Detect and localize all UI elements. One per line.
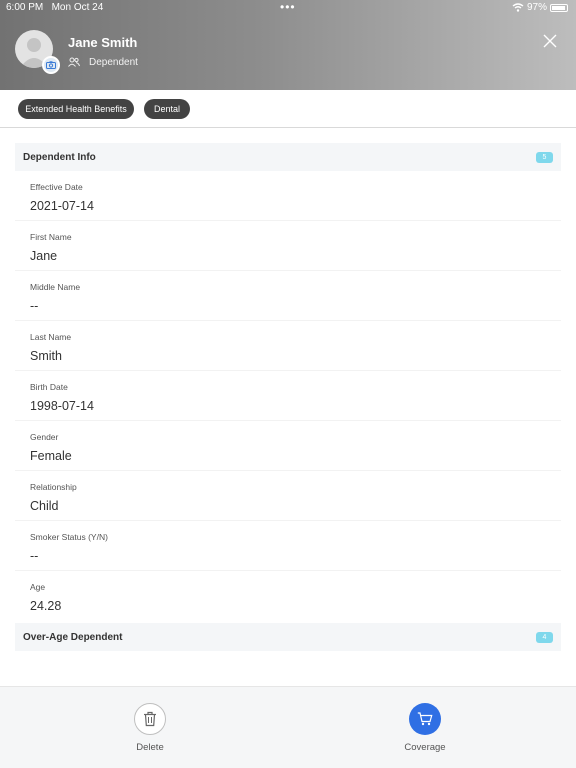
section-count-badge: 5 [536, 152, 553, 163]
user-name: Jane Smith [68, 35, 138, 50]
field-value: Child [30, 499, 59, 513]
field-age: Age 24.28 [15, 571, 561, 621]
section-dependent-info[interactable]: Dependent Info 5 [15, 143, 561, 171]
coverage-button[interactable] [409, 703, 441, 735]
field-value: 1998-07-14 [30, 399, 94, 413]
field-relationship: Relationship Child [15, 471, 561, 521]
coverage-label: Coverage [404, 742, 446, 753]
field-label: Relationship [30, 482, 77, 492]
field-value: Jane [30, 249, 58, 263]
field-effective-date: Effective Date 2021-07-14 [15, 171, 561, 221]
section-title: Over-Age Dependent [23, 632, 123, 643]
field-smoker-status: Smoker Status (Y/N) -- [15, 521, 561, 571]
battery-percent: 97% [526, 2, 547, 13]
field-value: 24.28 [30, 599, 62, 613]
field-gender: Gender Female [15, 421, 561, 471]
field-label: Last Name [30, 332, 72, 342]
cart-icon [417, 712, 433, 726]
change-photo-button[interactable] [42, 56, 60, 74]
battery-icon [550, 3, 568, 12]
field-label: First Name [30, 232, 72, 242]
tag-dental[interactable]: Dental [144, 99, 190, 119]
delete-label: Delete [136, 742, 164, 753]
field-birth-date: Birth Date 1998-07-14 [15, 371, 561, 421]
field-value: Smith [30, 349, 62, 363]
tag-extended-health-benefits[interactable]: Extended Health Benefits [18, 99, 134, 119]
profile-header: 6:00 PM Mon Oct 24 ••• 97% Jane Smith De… [0, 0, 576, 90]
delete-button[interactable] [134, 703, 166, 735]
field-label: Gender [30, 432, 59, 442]
multitasking-dots[interactable]: ••• [280, 0, 296, 14]
plan-tags: Extended Health Benefits Dental [0, 90, 576, 128]
field-label: Effective Date [30, 182, 83, 192]
field-value: -- [30, 299, 39, 313]
field-middle-name: Middle Name -- [15, 271, 561, 321]
wifi-icon [512, 3, 524, 12]
field-label: Middle Name [30, 282, 81, 292]
people-icon [68, 57, 80, 67]
section-title: Dependent Info [23, 152, 96, 163]
field-label: Smoker Status (Y/N) [30, 532, 108, 542]
close-icon[interactable] [541, 32, 559, 50]
field-last-name: Last Name Smith [15, 321, 561, 371]
field-value: Female [30, 449, 72, 463]
camera-icon [46, 61, 56, 69]
trash-icon [144, 711, 156, 727]
field-label: Birth Date [30, 382, 68, 392]
field-first-name: First Name Jane [15, 221, 561, 271]
user-role: Dependent [89, 57, 138, 68]
field-value: 2021-07-14 [30, 199, 94, 213]
section-over-age-dependent[interactable]: Over-Age Dependent 4 [15, 623, 561, 651]
status-bar: 6:00 PM Mon Oct 24 ••• 97% [0, 0, 576, 16]
field-value: -- [30, 549, 39, 563]
status-time: 6:00 PM Mon Oct 24 [6, 2, 104, 13]
action-bar: Delete Coverage [0, 686, 576, 768]
field-label: Age [30, 582, 46, 592]
status-right: 97% [512, 2, 568, 13]
section-count-badge: 4 [536, 632, 553, 643]
